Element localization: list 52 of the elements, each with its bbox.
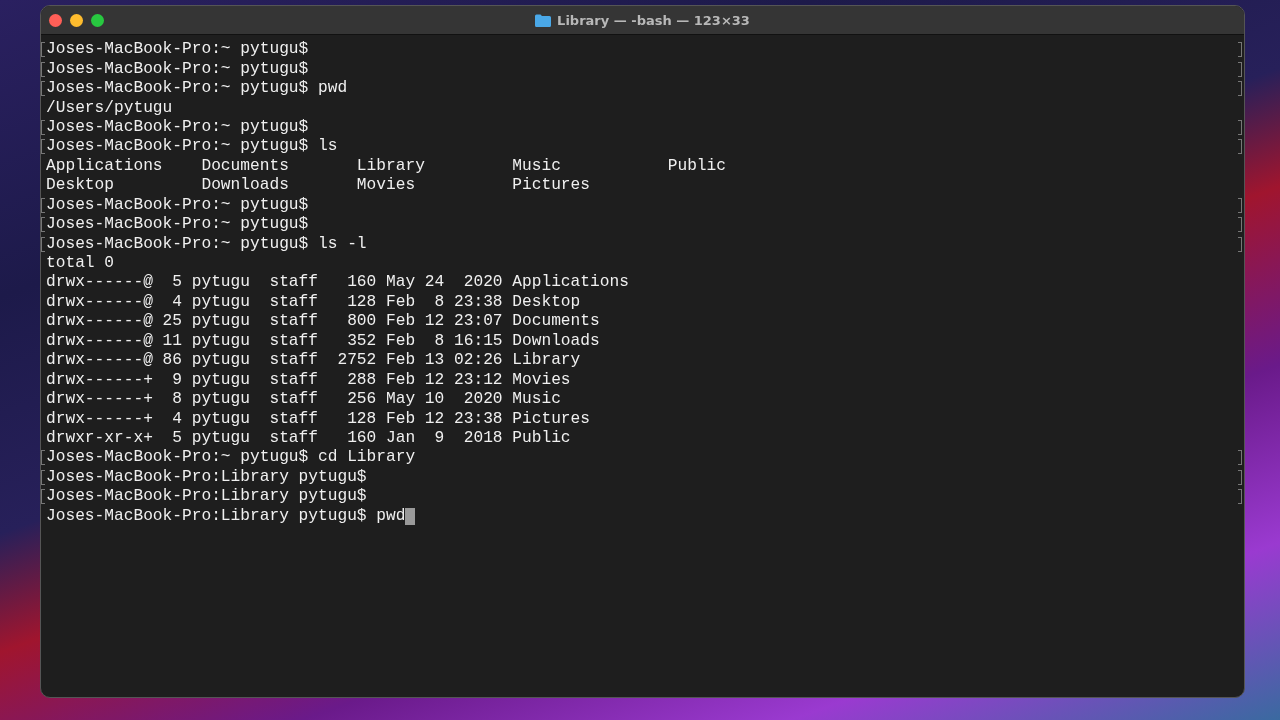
close-button[interactable] [49,13,62,27]
command-line: Joses-MacBook-Pro:~ pytugu$ cd Library [45,448,416,468]
line-mark-icon [1238,197,1242,213]
line-mark-icon [41,139,45,155]
line-mark-icon [1238,489,1242,505]
line-mark-icon [41,81,45,97]
zoom-button[interactable] [91,13,104,27]
line-mark-icon [1238,139,1242,155]
output-line: Applications Documents Library Music Public [45,156,726,176]
line-mark-icon [41,450,45,466]
line-mark-icon [41,61,45,77]
line-mark-icon [1238,61,1242,77]
line-mark-icon [1238,42,1242,58]
line-mark-icon [41,469,45,485]
line-mark-icon [1238,81,1242,97]
output-line: drwx------@ 5 pytugu staff 160 May 24 2020 Applications [45,273,629,293]
line-mark-icon [41,217,45,233]
command-line: Joses-MacBook-Pro:~ pytugu$ [45,59,309,79]
command-line: Joses-MacBook-Pro:~ pytugu$ ls [45,137,338,157]
command-line: Joses-MacBook-Pro:~ pytugu$ ls -l [45,234,367,254]
line-mark-icon [1238,217,1242,233]
output-line: drwx------@ 25 pytugu staff 800 Feb 12 23:07 Documents [45,312,600,332]
output-line: Desktop Downloads Movies Pictures [45,176,590,196]
line-mark-icon [41,197,45,213]
line-mark-icon [41,489,45,505]
command-line: Joses-MacBook-Pro:~ pytugu$ pwd [45,79,348,99]
command-line: Joses-MacBook-Pro:~ pytugu$ [45,215,309,235]
output-line: drwx------@ 86 pytugu staff 2752 Feb 13 02:26 Library [45,351,581,371]
command-line: Joses-MacBook-Pro:~ pytugu$ [45,117,309,137]
line-mark-icon [41,119,45,135]
command-line: Joses-MacBook-Pro:Library pytugu$ pwd [45,506,406,526]
command-line: Joses-MacBook-Pro:~ pytugu$ [45,40,309,60]
line-mark-icon [1238,119,1242,135]
output-line: drwxr-xr-x+ 5 pytugu staff 160 Jan 9 2018 Public [45,428,571,448]
command-line: Joses-MacBook-Pro:Library pytugu$ [45,487,367,507]
line-mark-icon [41,42,45,58]
minimize-button[interactable] [70,13,83,27]
output-line: /Users/pytugu [45,98,173,118]
folder-icon [535,13,552,27]
output-line: drwx------+ 8 pytugu staff 256 May 10 2020 Music [45,390,561,410]
output-line: drwx------@ 11 pytugu staff 352 Feb 8 16:15 Downloads [45,331,600,351]
output-line: drwx------@ 4 pytugu staff 128 Feb 8 23:38 Desktop [45,292,581,312]
output-line: drwx------+ 4 pytugu staff 128 Feb 12 23:38 Pictures [45,409,590,429]
output-line: total 0 [45,254,114,274]
command-line: Joses-MacBook-Pro:~ pytugu$ [45,195,309,215]
line-mark-icon [1238,450,1242,466]
line-mark-icon [41,236,45,252]
command-line: Joses-MacBook-Pro:Library pytugu$ [45,467,367,487]
output-line: drwx------+ 9 pytugu staff 288 Feb 12 23:12 Movies [45,370,571,390]
line-mark-icon [1238,236,1242,252]
window-title: Library — -bash — 123×33 [557,12,750,28]
line-mark-icon [1238,469,1242,485]
